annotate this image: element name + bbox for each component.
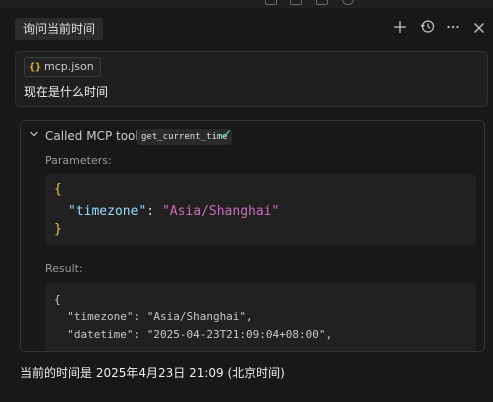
json-colon: : — [146, 204, 162, 219]
json-key: "timezone" — [68, 204, 147, 219]
history-icon[interactable] — [417, 19, 437, 39]
json-value: "Asia/Shanghai" — [161, 204, 280, 219]
user-message-text: 现在是什么时间 — [24, 85, 109, 99]
sidebar-icon[interactable] — [316, 0, 328, 5]
parameters-code-block: { "timezone": "Asia/Shanghai" } — [45, 174, 476, 246]
json-param-line: "timezone": "Asia/Shanghai" — [68, 204, 279, 219]
attachment-label: mcp.json — [44, 60, 94, 73]
panel-icon[interactable] — [290, 0, 302, 5]
chat-title[interactable]: 询问当前时间 — [15, 18, 104, 40]
chevron-down-icon[interactable] — [29, 129, 39, 142]
result-label: Result: — [45, 262, 83, 275]
result-code-block: { "timezone": "Asia/Shanghai", "datetime… — [45, 282, 476, 351]
plus-icon[interactable] — [390, 19, 410, 39]
layout-icon[interactable] — [265, 0, 277, 5]
tool-call-header[interactable]: Called MCP tool get_current_time — [21, 121, 484, 151]
json-open-brace: { — [54, 182, 62, 197]
settings-icon[interactable] — [342, 0, 354, 5]
json-close-brace: } — [54, 222, 62, 237]
result-line: "timezone": "Asia/Shanghai", — [54, 310, 253, 323]
result-line: { — [54, 293, 61, 306]
close-icon[interactable] — [469, 19, 489, 39]
assistant-answer: 当前的时间是 2025年4月23日 21:09 (北京时间) — [20, 366, 285, 380]
top-toolbar-strip — [0, 0, 493, 8]
more-icon[interactable] — [443, 19, 463, 39]
json-braces-icon: {} — [29, 62, 42, 73]
parameters-label: Parameters: — [45, 154, 112, 167]
tool-call-prefix: Called MCP tool — [45, 129, 139, 143]
check-icon — [219, 128, 231, 143]
attachment-chip[interactable]: {} mcp.json — [24, 57, 101, 77]
result-line: "datetime": "2025-04-23T21:09:04+08:00", — [54, 328, 333, 341]
tool-call-card: Called MCP tool get_current_time Paramet… — [20, 120, 485, 352]
tool-name-badge: get_current_time — [137, 129, 232, 145]
chat-header: 询问当前时间 — [0, 14, 493, 46]
user-message: {} mcp.json 现在是什么时间 — [15, 51, 488, 107]
